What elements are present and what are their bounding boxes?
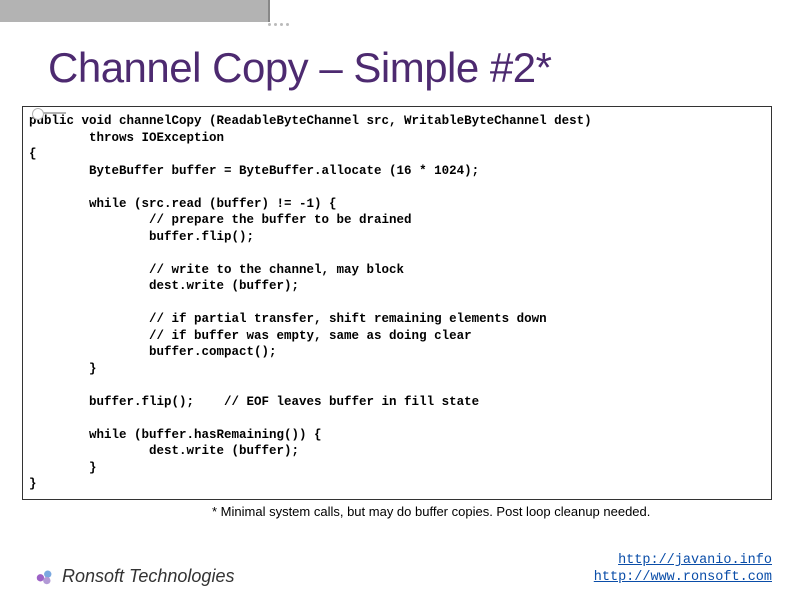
footnote: * Minimal system calls, but may do buffe… — [0, 500, 794, 519]
slide-title: Channel Copy – Simple #2* — [48, 44, 746, 92]
slide: Channel Copy – Simple #2* public void ch… — [0, 0, 794, 595]
footer-links: http://javanio.info http://www.ronsoft.c… — [594, 553, 772, 587]
logo-icon — [34, 565, 56, 587]
title-area: Channel Copy – Simple #2* — [0, 0, 794, 100]
footer-left: Ronsoft Technologies — [34, 565, 234, 587]
company-name: Ronsoft Technologies — [62, 566, 234, 587]
code-block: public void channelCopy (ReadableByteCha… — [22, 106, 772, 500]
link-ronsoft[interactable]: http://www.ronsoft.com — [594, 570, 772, 585]
link-javanio[interactable]: http://javanio.info — [618, 553, 772, 568]
footer: Ronsoft Technologies http://javanio.info… — [0, 553, 794, 587]
title-bullet-icon — [38, 112, 66, 114]
